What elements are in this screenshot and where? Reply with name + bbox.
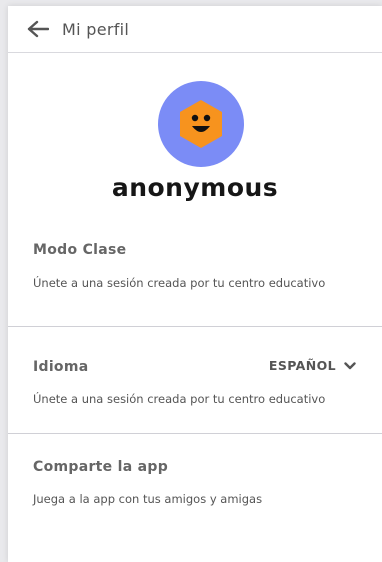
profile-header: anonymous: [8, 53, 382, 222]
avatar: [158, 81, 244, 167]
language-dropdown[interactable]: ESPAÑOL: [269, 358, 356, 373]
comparte-title: Comparte la app: [33, 459, 169, 475]
modo-clase-subtitle: Únete a una sesión creada por tu centro …: [33, 276, 326, 290]
username: anonymous: [111, 173, 279, 202]
comparte-section[interactable]: Comparte la app Juega a la app con tus a…: [8, 434, 382, 549]
chevron-down-icon: [344, 361, 356, 369]
back-button[interactable]: [26, 17, 50, 41]
arrow-left-icon: [27, 20, 49, 38]
profile-panel: Mi perfil anonymous Modo Clase Únete a u…: [8, 6, 382, 562]
idioma-title: Idioma: [33, 359, 89, 375]
selected-language: ESPAÑOL: [268, 358, 336, 373]
header-bar: Mi perfil: [8, 6, 382, 53]
modo-clase-title: Modo Clase: [33, 242, 127, 258]
smiley-hexagon-icon: [180, 100, 222, 148]
comparte-subtitle: Juega a la app con tus amigos y amigas: [33, 492, 263, 506]
idioma-subtitle: Únete a una sesión creada por tu centro …: [33, 392, 326, 406]
idioma-section: Idioma ESPAÑOL Únete a una sesión creada…: [8, 327, 382, 434]
page-title: Mi perfil: [62, 19, 130, 39]
modo-clase-section[interactable]: Modo Clase Únete a una sesión creada por…: [8, 222, 382, 327]
